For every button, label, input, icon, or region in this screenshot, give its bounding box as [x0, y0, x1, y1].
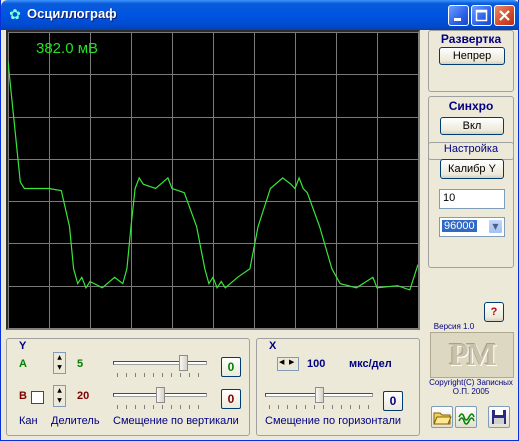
channel-b-label: B: [19, 390, 27, 402]
time-base-spinner[interactable]: ◀ ▶: [277, 357, 299, 371]
y-section-title: Y: [19, 340, 27, 352]
channel-a-offset-button[interactable]: 0: [221, 357, 241, 377]
app-icon: ✿: [9, 7, 21, 23]
y-controls-group: Y A ▲ ▼ 5 0 B ▲ ▼ 20 0 Кан Делитель Смещен…: [6, 338, 250, 436]
x-section-title: X: [269, 340, 277, 352]
spin-up-icon[interactable]: ▲: [54, 386, 65, 396]
open-file-button[interactable]: [431, 406, 453, 428]
right-control-panel: Развертка Непрер Синхро Вкл Настройка Ка…: [426, 30, 516, 438]
horizontal-ticks: [269, 405, 371, 409]
vertical-shift-label: Смещение по вертикали: [113, 415, 239, 427]
minimize-icon: [454, 18, 461, 21]
sample-rate-value: 96000: [442, 220, 477, 232]
time-base-unit: мкс/дел: [349, 358, 392, 370]
spin-down-icon[interactable]: ▼: [54, 363, 65, 373]
wave-icon: [458, 413, 475, 425]
channel-b-offset-button[interactable]: 0: [221, 389, 241, 409]
minimize-button[interactable]: [448, 5, 469, 26]
sweep-mode-button[interactable]: Непрер: [439, 47, 505, 65]
title-bar[interactable]: ✿ Осциллограф: [1, 0, 519, 30]
horizontal-offset-button[interactable]: 0: [383, 391, 403, 411]
spin-right-icon[interactable]: ▶: [289, 358, 294, 366]
channel-a-label: A: [19, 358, 27, 370]
spin-up-icon[interactable]: ▲: [54, 353, 65, 363]
copyright-label: Copyright(C) Записных О.П. 2005: [429, 378, 513, 396]
x-controls-group: X ◀ ▶ 100 мкс/дел 0 Смещение по горизонт…: [256, 338, 420, 436]
wave-button[interactable]: [455, 406, 477, 428]
channel-a-spinner[interactable]: ▲ ▼: [53, 352, 66, 374]
logo-panel: PM: [430, 332, 514, 378]
save-disk-icon: [492, 410, 506, 424]
pm-logo: PM: [449, 336, 497, 372]
channel-a-value: 5: [77, 358, 84, 370]
spin-left-icon[interactable]: ◀: [279, 358, 284, 366]
scope-plot: [7, 32, 419, 329]
channel-a-offset-track[interactable]: [113, 361, 207, 365]
channel-b-spinner[interactable]: ▲ ▼: [53, 385, 66, 407]
nastroyka-title: Настройка: [443, 143, 499, 155]
window-title: Осциллограф: [27, 6, 117, 21]
spin-down-icon[interactable]: ▼: [54, 396, 65, 406]
sync-toggle-button[interactable]: Вкл: [440, 117, 504, 135]
time-base-value: 100: [307, 358, 326, 370]
chevron-down-icon[interactable]: ▼: [488, 219, 503, 234]
razvertka-group: Развертка Непрер: [428, 30, 514, 92]
horizontal-offset-thumb[interactable]: [314, 387, 324, 403]
channel-a-ticks: [117, 373, 205, 377]
razvertka-title: Развертка: [440, 32, 502, 46]
close-icon: [499, 10, 510, 21]
sinhro-title: Синхро: [448, 99, 494, 113]
horizontal-shift-label: Смещение по горизонтали: [265, 415, 402, 427]
calibration-value-input[interactable]: 10: [439, 189, 505, 209]
nastroyka-group: Настройка Калибр Y 10 96000 ▼: [428, 142, 514, 268]
sample-rate-select[interactable]: 96000 ▼: [439, 217, 505, 237]
maximize-button[interactable]: [471, 5, 492, 26]
channel-b-value: 20: [77, 390, 90, 402]
channel-b-offset-thumb[interactable]: [155, 387, 165, 403]
open-folder-icon: [433, 412, 452, 425]
channel-label: Кан: [19, 415, 38, 427]
channel-b-checkbox[interactable]: [31, 391, 44, 404]
channel-a-offset-thumb[interactable]: [179, 355, 189, 371]
channel-b-ticks: [117, 405, 205, 409]
close-button[interactable]: [494, 5, 515, 26]
divider-label: Делитель: [51, 415, 100, 427]
voltage-readout: 382.0 мВ: [36, 40, 99, 57]
save-button[interactable]: [488, 406, 510, 428]
help-button[interactable]: ?: [484, 302, 504, 322]
version-label: Версия 1.0: [433, 322, 475, 331]
oscilloscope-window: ✿ Осциллограф 382.0 мВ Развертка Непрер …: [0, 0, 519, 441]
calibrate-y-button[interactable]: Калибр Y: [440, 159, 504, 179]
maximize-icon: [475, 9, 488, 22]
scope-display: 382.0 мВ: [6, 30, 420, 330]
